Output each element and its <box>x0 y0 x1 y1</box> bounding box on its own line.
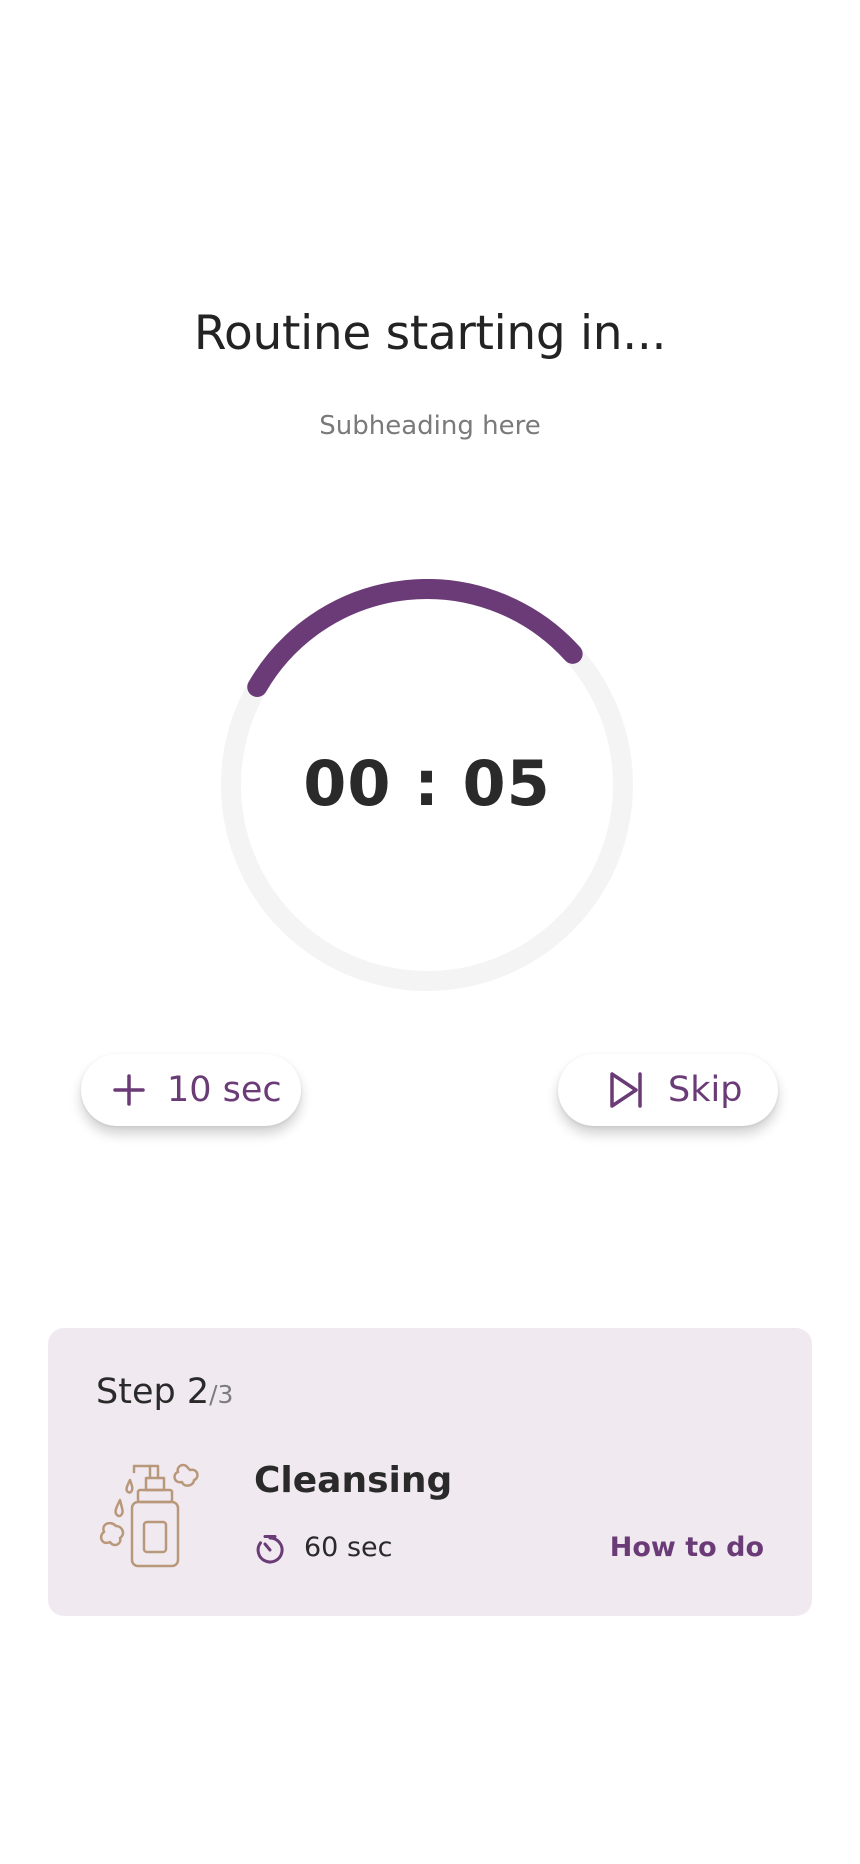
plus-icon <box>109 1070 149 1110</box>
skip-button[interactable]: Skip <box>558 1054 778 1126</box>
timer-icon <box>254 1534 286 1566</box>
step-name: Cleansing <box>254 1460 453 1501</box>
countdown-progress-arc <box>247 579 583 697</box>
step-current: Step 2 <box>96 1372 210 1412</box>
add-10-sec-label: 10 sec <box>167 1070 282 1110</box>
page-subtitle: Subheading here <box>319 411 541 441</box>
step-card: Step 2/3 Cleansing 60 sec How to do <box>48 1328 812 1616</box>
how-to-do-link[interactable]: How to do <box>610 1532 764 1563</box>
skip-next-icon <box>606 1070 646 1110</box>
add-10-sec-button[interactable]: 10 sec <box>81 1054 301 1126</box>
cleanser-bottle-icon <box>98 1456 204 1568</box>
step-counter: Step 2/3 <box>96 1372 233 1412</box>
skip-label: Skip <box>668 1070 743 1110</box>
countdown-timer: 00 : 05 <box>221 579 633 991</box>
step-duration: 60 sec <box>304 1532 393 1563</box>
page-title: Routine starting in... <box>193 306 667 361</box>
step-total: /3 <box>209 1380 234 1409</box>
countdown-display: 00 : 05 <box>303 747 551 820</box>
